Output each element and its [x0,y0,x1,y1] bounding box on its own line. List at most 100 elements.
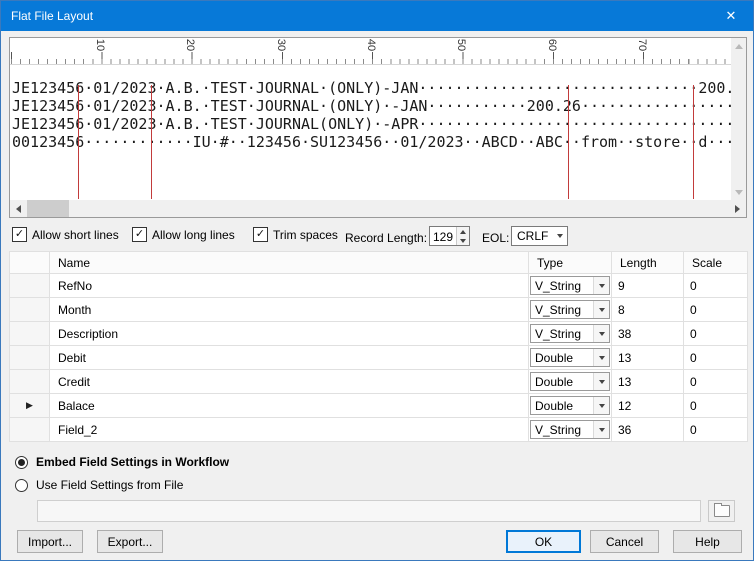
check-icon: ✓ [134,228,145,240]
dropdown-button[interactable] [593,277,609,294]
field-scale-cell[interactable]: 0 [683,417,748,442]
field-name-cell[interactable]: Credit [49,369,529,394]
chevron-down-icon [556,234,563,238]
vertical-scrollbar[interactable] [731,38,746,200]
eol-dropdown[interactable]: CRLF [511,226,568,246]
type-dropdown[interactable]: Double [530,348,610,367]
scrollbar-thumb[interactable] [27,200,69,217]
row-selector[interactable]: ▶ [9,393,50,418]
field-scale-cell[interactable]: 0 [683,273,748,298]
radio-label: Embed Field Settings in Workflow [36,455,230,469]
field-type-cell: V_String [528,273,612,298]
dropdown-button[interactable] [593,373,609,390]
arrow-left-icon [16,204,21,213]
grid-row[interactable]: Description V_String 38 0 [9,321,748,346]
eol-value: CRLF [517,229,549,243]
field-length-cell[interactable]: 38 [611,321,684,346]
type-dropdown[interactable]: V_String [530,324,610,343]
window-title: Flat File Layout [11,9,94,23]
column-header-name[interactable]: Name [49,251,529,274]
field-length-cell[interactable]: 12 [611,393,684,418]
row-selector[interactable] [9,345,50,370]
column-header-type[interactable]: Type [528,251,612,274]
field-name-cell[interactable]: Month [49,297,529,322]
type-dropdown[interactable]: V_String [530,276,610,295]
trim-spaces-checkbox[interactable]: ✓ Trim spaces [253,227,338,242]
cancel-button[interactable]: Cancel [590,530,659,553]
dropdown-button[interactable] [593,301,609,318]
scroll-right-button[interactable] [729,200,746,217]
field-name-cell[interactable]: Debit [49,345,529,370]
field-scale-cell[interactable]: 0 [683,345,748,370]
type-dropdown[interactable]: V_String [530,300,610,319]
field-scale-cell[interactable]: 0 [683,297,748,322]
type-dropdown[interactable]: V_String [530,420,610,439]
grid-row[interactable]: RefNo V_String 9 0 [9,273,748,298]
allow-long-lines-checkbox[interactable]: ✓ Allow long lines [132,227,235,242]
field-boundary-line[interactable] [78,85,79,199]
help-button[interactable]: Help [673,530,742,553]
grid-row[interactable]: Field_2 V_String 36 0 [9,417,748,442]
field-length-cell[interactable]: 9 [611,273,684,298]
scroll-up-button[interactable] [731,38,746,54]
dropdown-button[interactable] [593,421,609,438]
record-length-input[interactable] [430,227,458,245]
field-boundary-line[interactable] [151,85,152,199]
use-field-settings-from-file-radio[interactable]: Use Field Settings from File [15,478,183,492]
checkbox-label: Allow long lines [152,227,235,242]
dropdown-button[interactable] [552,227,567,245]
close-button[interactable]: ✕ [709,1,753,31]
field-name-cell[interactable]: Balace [49,393,529,418]
arrow-up-icon [734,43,743,49]
preview-text[interactable]: JE123456·01/2023·A.B.·TEST·JOURNAL·(ONLY… [10,65,731,200]
scroll-left-button[interactable] [10,200,27,217]
field-length-cell[interactable]: 13 [611,369,684,394]
arrow-up-icon [460,229,466,234]
dropdown-button[interactable] [593,349,609,366]
import-button[interactable]: Import... [17,530,83,553]
row-selector[interactable] [9,369,50,394]
field-boundary-line[interactable] [693,85,694,199]
dropdown-button[interactable] [593,397,609,414]
spinner-down-button[interactable] [457,236,469,245]
row-selector[interactable] [9,417,50,442]
dropdown-button[interactable] [593,325,609,342]
field-type-cell: V_String [528,297,612,322]
grid-row[interactable]: Month V_String 8 0 [9,297,748,322]
field-type-cell: Double [528,369,612,394]
settings-file-path-input[interactable] [37,500,701,522]
preview-line: JE123456·01/2023·A.B.·TEST·JOURNAL·(ONLY… [12,79,731,97]
row-selector[interactable] [9,273,50,298]
field-name-cell[interactable]: Field_2 [49,417,529,442]
export-button[interactable]: Export... [97,530,163,553]
titlebar[interactable]: Flat File Layout ✕ [1,1,753,31]
row-selector[interactable] [9,321,50,346]
embed-field-settings-radio[interactable]: Embed Field Settings in Workflow [15,455,229,469]
field-scale-cell[interactable]: 0 [683,321,748,346]
row-selector[interactable] [9,297,50,322]
field-name-cell[interactable]: Description [49,321,529,346]
field-scale-cell[interactable]: 0 [683,393,748,418]
scroll-down-button[interactable] [731,184,746,200]
ok-button[interactable]: OK [506,530,581,553]
row-selector-header [9,251,50,274]
grid-row[interactable]: Debit Double 13 0 [9,345,748,370]
field-scale-cell[interactable]: 0 [683,369,748,394]
browse-file-button[interactable] [708,500,735,522]
column-header-length[interactable]: Length [611,251,684,274]
field-name-cell[interactable]: RefNo [49,273,529,298]
type-dropdown[interactable]: Double [530,372,610,391]
field-boundary-line[interactable] [568,85,569,199]
column-header-scale[interactable]: Scale [683,251,748,274]
grid-row-current[interactable]: ▶ Balace Double 12 0 [9,393,748,418]
grid-row[interactable]: Credit Double 13 0 [9,369,748,394]
field-length-cell[interactable]: 8 [611,297,684,322]
field-length-cell[interactable]: 36 [611,417,684,442]
horizontal-scrollbar[interactable] [10,200,746,217]
field-length-cell[interactable]: 13 [611,345,684,370]
record-length-label: Record Length: [345,231,428,245]
type-dropdown[interactable]: Double [530,396,610,415]
allow-short-lines-checkbox[interactable]: ✓ Allow short lines [12,227,119,242]
spinner-up-button[interactable] [457,227,469,236]
chevron-down-icon [598,307,605,312]
